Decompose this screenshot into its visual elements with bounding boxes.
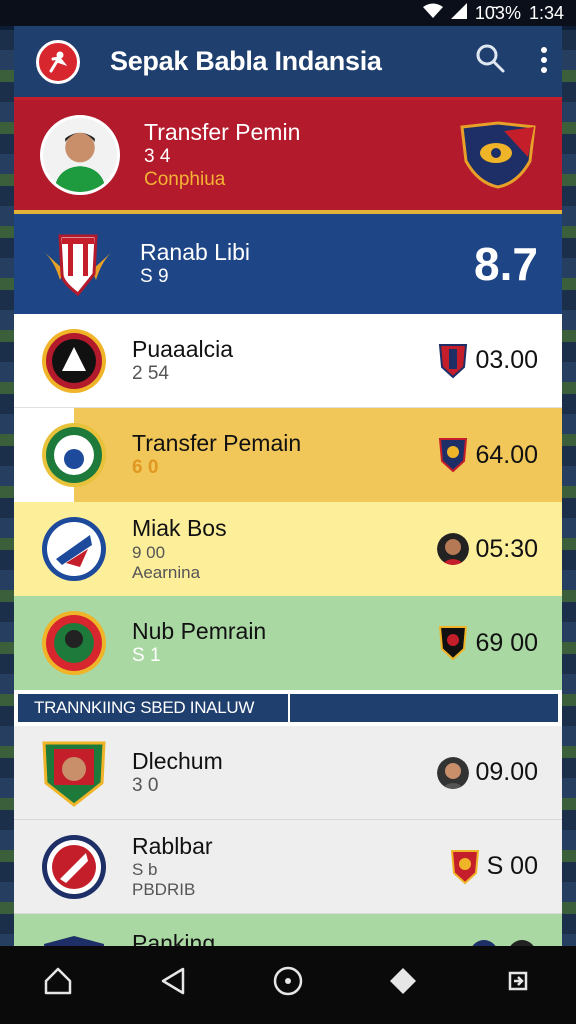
search-icon[interactable]: [474, 42, 506, 81]
app-bar: Sepak Babla Indansia: [14, 26, 562, 100]
club-badge-icon: [437, 437, 469, 473]
app-title: Sepak Babla Indansia: [110, 46, 382, 76]
list-item[interactable]: Nub Pemrain S 1 69 00: [14, 596, 562, 690]
recent-apps-icon[interactable]: [488, 965, 548, 1005]
item-title: Puaaalcia: [132, 335, 234, 362]
club-crest-icon: [40, 327, 108, 395]
club-badge-icon: [449, 849, 481, 885]
system-nav-bar: [0, 946, 576, 1024]
back-icon[interactable]: [143, 965, 203, 1005]
list-item[interactable]: Miak Bos 9 00 Aearnina 05:30: [14, 502, 562, 596]
ranking-list: Transfer Pemin 3 4 Conphiua Ranab Libi S…: [14, 100, 562, 946]
item-value: 09.00: [475, 758, 538, 786]
list-item-transfer-hero[interactable]: Transfer Pemin 3 4 Conphiua: [14, 100, 562, 214]
club-crest-icon: [458, 121, 538, 189]
clock: 1:34: [528, 2, 564, 23]
item-title: Rablbar: [132, 832, 213, 859]
section-divider: [290, 694, 558, 722]
item-value: 69 00: [475, 628, 538, 657]
item-subtitle: 3 0: [132, 774, 159, 796]
home-icon[interactable]: [28, 965, 88, 1005]
item-subtitle: 2 54: [132, 362, 169, 384]
player-avatar-icon: [437, 533, 470, 565]
item-subtitle: S 1: [132, 645, 161, 667]
item-description: Aearnina: [132, 562, 201, 582]
item-title: Miak Bos: [132, 515, 227, 542]
item-title: Ranab Libi: [140, 239, 250, 266]
list-item[interactable]: Panking: [14, 914, 562, 946]
player-avatar-icon: [437, 756, 470, 789]
winged-crest-icon: [40, 230, 116, 298]
list-item[interactable]: Puaaalcia 2 54 03.00: [14, 314, 562, 408]
item-subtitle: 9 00: [132, 542, 166, 562]
item-title: Dlechum: [132, 747, 223, 774]
list-item[interactable]: Dlechum 3 0 09.00: [14, 726, 562, 820]
wifi-icon: [422, 3, 443, 24]
club-badge-icon: [437, 625, 469, 661]
list-item[interactable]: Transfer Pemain 6 0 64.00: [14, 408, 562, 502]
more-options-icon[interactable]: [540, 46, 548, 78]
club-crest-icon: [40, 739, 108, 807]
diamond-icon[interactable]: [373, 965, 433, 1005]
brand-logo-icon[interactable]: [36, 39, 80, 84]
club-crest-icon: [40, 515, 108, 583]
club-badge-icon: [437, 343, 469, 379]
circle-home-icon[interactable]: [258, 965, 318, 1005]
item-value: 64.00: [475, 440, 538, 469]
item-title: Nub Pemrain: [132, 618, 267, 645]
signal-icon: [450, 2, 467, 24]
club-crest-icon: [40, 833, 108, 901]
item-description: PBDRIB: [132, 880, 196, 900]
stadium-background-right: [560, 30, 576, 946]
club-crest-icon: [40, 609, 108, 677]
player-avatar-icon: [506, 926, 538, 946]
club-crest-icon: [40, 934, 108, 946]
item-position: Conphiua: [144, 168, 226, 190]
item-value: 05:30: [475, 534, 538, 563]
item-subtitle: 6 0: [132, 457, 159, 479]
item-subtitle: S b: [132, 860, 158, 880]
section-header: TRANNKIING SBED INALUW: [14, 690, 562, 726]
status-bar: 10̄3% 1:34: [0, 0, 576, 26]
item-value: 03.00: [475, 346, 538, 374]
item-title: Panking: [132, 930, 216, 946]
item-value: S 00: [486, 852, 538, 880]
club-crest-icon: [40, 421, 108, 489]
list-item[interactable]: Rablbar S b PBDRIB S 00: [14, 820, 562, 914]
section-title: TRANNKIING SBED INALUW: [18, 694, 288, 722]
item-title: Transfer Pemin: [144, 119, 301, 146]
item-subtitle: S 9: [140, 266, 169, 288]
item-title: Transfer Pemain: [132, 430, 302, 457]
item-subtitle: 3 4: [144, 146, 171, 168]
item-score: 8.7: [474, 238, 538, 290]
battery-percent: 10̄3%: [474, 2, 521, 23]
club-badge-icon: [468, 926, 500, 946]
player-avatar: [40, 115, 120, 195]
list-item-club-score[interactable]: Ranab Libi S 9 8.7: [14, 214, 562, 314]
